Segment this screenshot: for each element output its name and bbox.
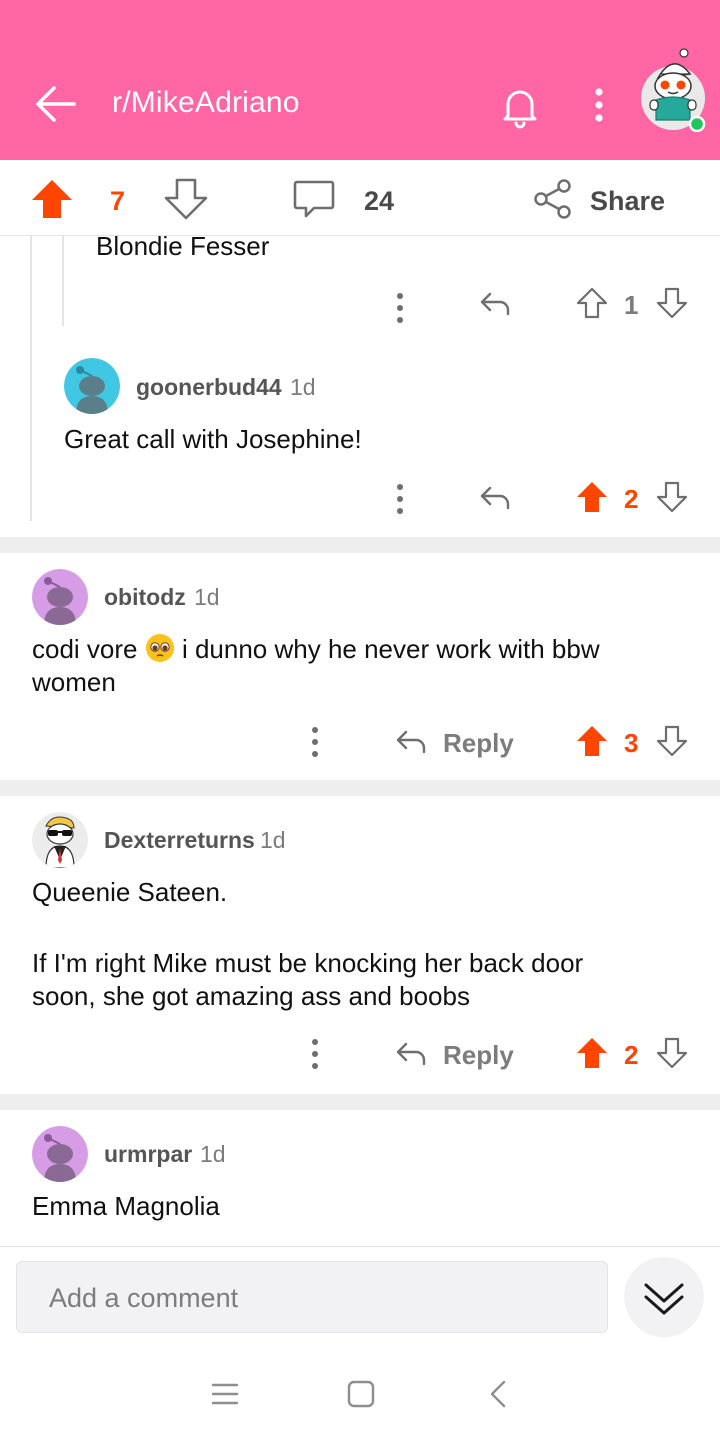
add-comment-placeholder: Add a comment (49, 1283, 239, 1313)
comment-text: codi vore (32, 634, 145, 664)
downvote-icon[interactable] (655, 480, 689, 514)
share-icon[interactable] (532, 178, 574, 220)
reply-button[interactable]: Reply (443, 728, 514, 759)
add-comment-input[interactable]: Add a comment (16, 1261, 608, 1333)
more-vertical-icon[interactable] (305, 722, 325, 762)
user-avatar[interactable] (32, 812, 88, 868)
username[interactable]: urmrpar (104, 1141, 192, 1168)
comment-body: Blondie Fesser (96, 236, 270, 261)
comment-text-line: women (32, 667, 116, 697)
downvote-icon[interactable] (655, 286, 689, 320)
comment-age: 1d (200, 1141, 226, 1167)
subreddit-title[interactable]: r/MikeAdriano (112, 86, 300, 120)
system-navigation-bar (0, 1344, 720, 1440)
user-avatar[interactable] (64, 358, 120, 414)
user-avatar[interactable] (32, 569, 88, 625)
comment-age: 1d (290, 374, 316, 400)
back-chevron-icon[interactable] (482, 1376, 518, 1412)
vote-count: 3 (624, 728, 639, 758)
username[interactable]: Dexterreturns (104, 827, 255, 854)
comment-age: 1d (260, 827, 286, 853)
reply-icon[interactable] (478, 480, 512, 514)
post-action-bar: 7 24 Share (0, 160, 720, 236)
thread-line (62, 236, 64, 326)
menu-icon[interactable] (207, 1376, 243, 1412)
username[interactable]: obitodz (104, 584, 186, 611)
user-avatar[interactable] (640, 48, 706, 132)
more-vertical-icon[interactable] (584, 82, 614, 130)
downvote-icon[interactable] (655, 1036, 689, 1070)
comment-text-line: soon, she got amazing ass and boobs (32, 981, 470, 1011)
upvote-icon[interactable] (575, 480, 609, 514)
more-vertical-icon[interactable] (390, 479, 410, 519)
reply-icon[interactable] (478, 286, 512, 320)
next-comment-button[interactable] (624, 1257, 704, 1337)
back-arrow-icon[interactable] (30, 78, 82, 130)
user-avatar[interactable] (32, 1126, 88, 1182)
chevron-down-double-icon (644, 1283, 684, 1315)
pleading-face-emoji (145, 634, 174, 662)
comment-count: 24 (364, 186, 395, 216)
downvote-icon[interactable] (655, 724, 689, 758)
more-vertical-icon[interactable] (390, 288, 410, 328)
username[interactable]: goonerbud44 (136, 374, 282, 401)
comment-divider (0, 780, 720, 796)
share-button[interactable]: Share (590, 186, 665, 217)
upvote-icon[interactable] (575, 724, 609, 758)
reply-button[interactable]: Reply (443, 1040, 514, 1071)
vote-count: 1 (624, 290, 639, 320)
downvote-icon[interactable] (164, 178, 208, 220)
top-app-bar: r/MikeAdriano (0, 0, 720, 160)
comment-composer-bar: Add a comment (0, 1246, 720, 1344)
comment-body: codi vore i dunno why he never work with… (32, 633, 692, 666)
comment-divider (0, 1094, 720, 1110)
comment-body: Great call with Josephine! (64, 424, 362, 454)
home-square-icon[interactable] (343, 1376, 379, 1412)
comment-text-line: If I'm right Mike must be knocking her b… (32, 948, 584, 978)
comment-text: i dunno why he never work with bbw (174, 634, 600, 664)
comment-body: Emma Magnolia (32, 1191, 220, 1221)
thread-line (30, 236, 32, 521)
vote-count: 2 (624, 1040, 639, 1070)
comment-text-line: Queenie Sateen. (32, 877, 228, 907)
upvote-icon[interactable] (575, 286, 609, 320)
reply-icon[interactable] (394, 724, 428, 758)
upvote-icon[interactable] (30, 178, 74, 220)
more-vertical-icon[interactable] (305, 1034, 325, 1074)
comment-age: 1d (194, 584, 220, 610)
comment-divider (0, 537, 720, 553)
bell-icon[interactable] (496, 82, 544, 130)
vote-count: 2 (624, 484, 639, 514)
upvote-icon[interactable] (575, 1036, 609, 1070)
comments-list: Blondie Fesser 1 goonerbud44 1d Great ca… (0, 236, 720, 1246)
reply-icon[interactable] (394, 1036, 428, 1070)
comment-icon[interactable] (292, 178, 336, 220)
post-score: 7 (110, 186, 126, 216)
